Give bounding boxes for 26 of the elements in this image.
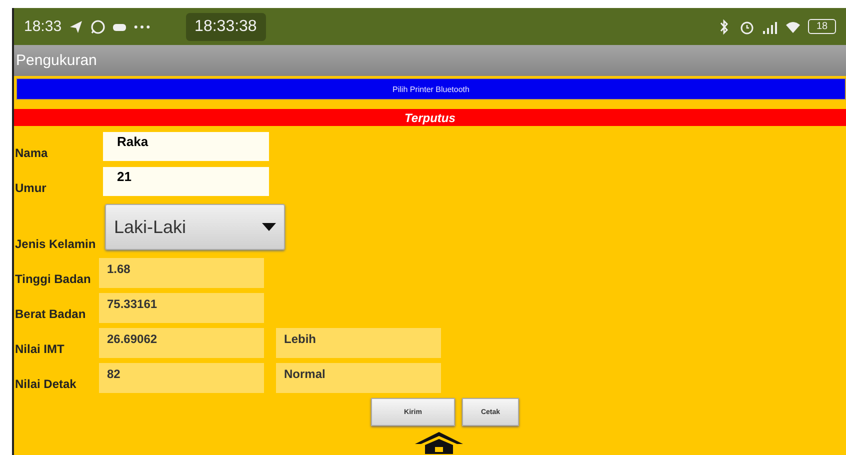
value-field: 82 — [99, 362, 264, 392]
field-label: Nilai Detak — [14, 377, 78, 393]
dropdown-value: Laki-Laki — [114, 216, 186, 238]
battery-indicator: 18 — [808, 19, 836, 34]
value-field: 75.33161 — [99, 292, 264, 322]
more-icon — [134, 24, 150, 28]
result-field: Lebih — [276, 328, 441, 358]
input-field[interactable]: Raka — [103, 132, 269, 161]
caret-icon — [262, 223, 276, 231]
printer-button[interactable]: Pilih Printer Bluetooth — [16, 78, 846, 100]
field-label: Nilai IMT — [14, 342, 66, 358]
connection-status: Terputus — [14, 109, 846, 126]
result-field: Normal — [276, 362, 441, 392]
screen-title: Pengukuran — [14, 45, 846, 76]
dropdown[interactable]: Laki-Laki — [105, 204, 285, 250]
clock-label: 18:33:38 — [186, 12, 266, 40]
field-label: Umur — [14, 181, 48, 197]
input-field[interactable]: 21 — [103, 167, 269, 196]
field-label: Berat Badan — [14, 307, 87, 323]
field-label: Jenis Kelamin — [14, 237, 93, 253]
value-field: 26.69062 — [99, 328, 264, 358]
send-icon — [68, 18, 84, 34]
status-time: 18:33 — [24, 18, 62, 35]
field-label: Tinggi Badan — [14, 272, 92, 288]
value-field: 1.68 — [99, 258, 264, 288]
field-label: Nama — [14, 146, 49, 162]
